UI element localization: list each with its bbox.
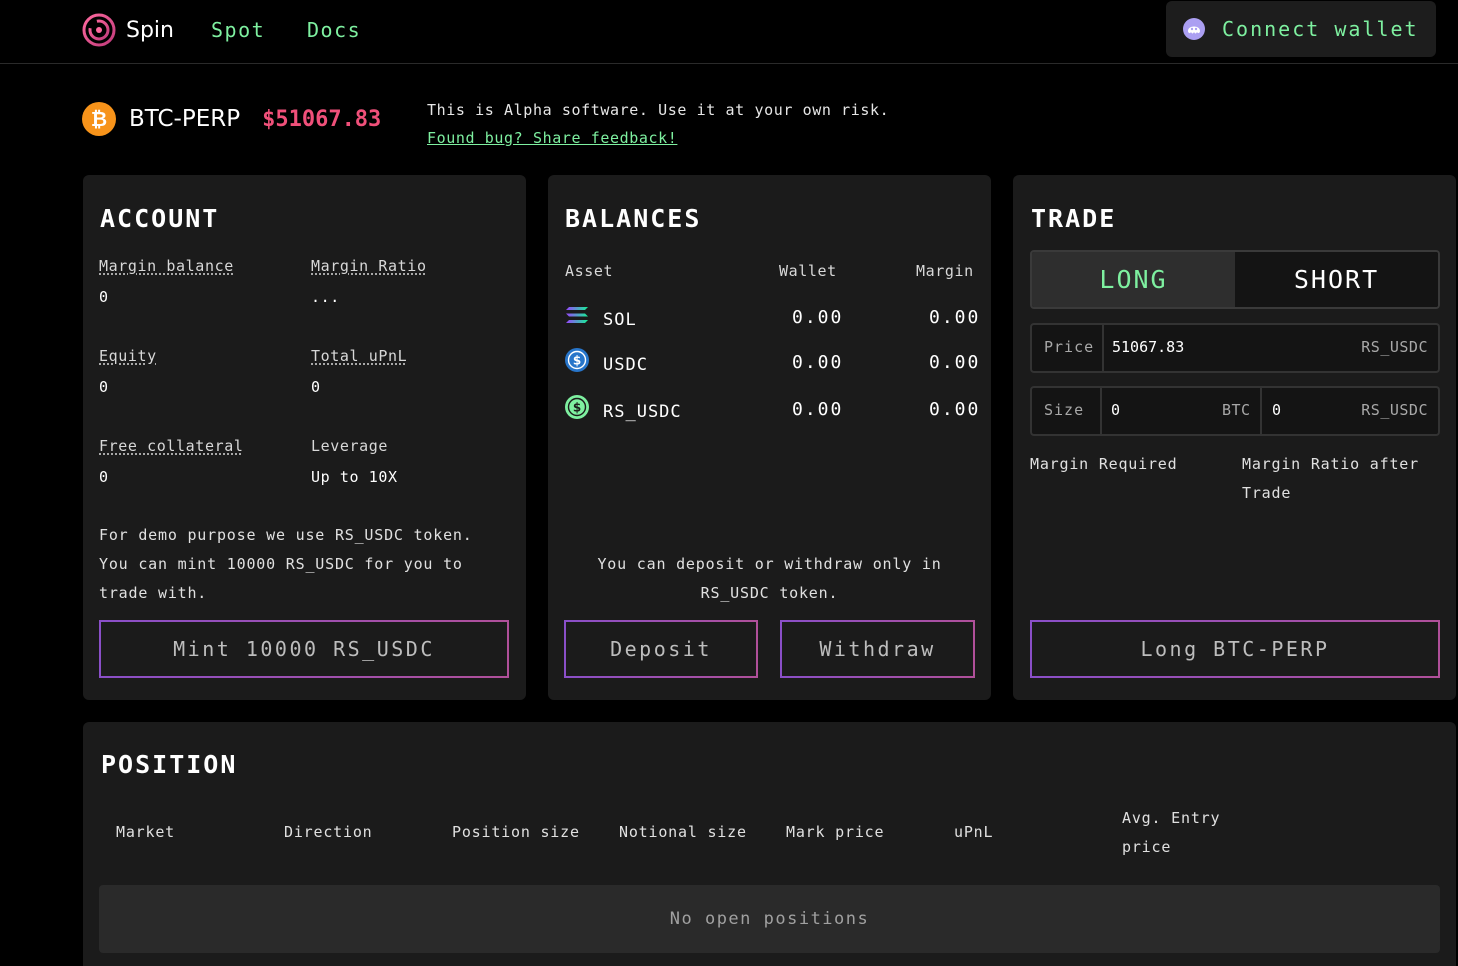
market-header: ₿ BTC-PERP $51067.83	[82, 102, 381, 136]
price-input[interactable]: Price 51067.83 RS_USDC	[1030, 323, 1440, 373]
phantom-wallet-icon	[1183, 18, 1205, 40]
alpha-notice: This is Alpha software. Use it at your o…	[427, 96, 889, 152]
balance-row-sol: SOL 0.00 0.00	[564, 302, 978, 332]
deposit-button[interactable]: Deposit	[564, 620, 758, 678]
trade-title: TRADE	[1031, 204, 1117, 233]
market-price: $51067.83	[262, 106, 382, 132]
size-btc-unit: BTC	[1222, 401, 1251, 419]
margin-column-header: Margin	[916, 262, 974, 280]
account-card: ACCOUNT Margin balance 0 Margin Ratio ..…	[83, 175, 526, 700]
asset-column-header: Asset	[565, 262, 614, 280]
balance-asset-name: RS_USDC	[603, 402, 682, 422]
wallet-column-header: Wallet	[779, 262, 837, 280]
mark-price-column-header: Mark price	[786, 823, 885, 841]
size-input: Size 0 BTC 0 RS_USDC	[1030, 386, 1440, 436]
withdraw-button[interactable]: Withdraw	[780, 620, 975, 678]
nav-docs[interactable]: Docs	[307, 18, 361, 42]
deposit-note: You can deposit or withdraw only in RS_U…	[564, 550, 975, 608]
avg-entry-line1: Avg. Entry	[1122, 809, 1221, 827]
total-upnl-label[interactable]: Total uPnL	[311, 347, 407, 365]
long-tab[interactable]: LONG	[1032, 252, 1235, 307]
price-input-divider	[1102, 325, 1104, 371]
deposit-note-line2: RS_USDC token.	[700, 584, 839, 602]
free-collateral-label[interactable]: Free collateral	[99, 437, 243, 455]
account-title: ACCOUNT	[100, 204, 220, 233]
balances-title: BALANCES	[565, 204, 702, 233]
price-input-label: Price	[1044, 338, 1095, 356]
margin-ratio-label[interactable]: Margin Ratio	[311, 257, 427, 275]
margin-balance-label[interactable]: Margin balance	[99, 257, 234, 275]
size-usdc-unit: RS_USDC	[1361, 401, 1428, 419]
balance-wallet-value: 0.00	[792, 399, 844, 420]
notional-size-column-header: Notional size	[619, 823, 747, 841]
balance-row-rs-usdc: $ RS_USDC 0.00 0.00	[564, 394, 978, 424]
svg-text:$: $	[573, 401, 581, 415]
mint-button[interactable]: Mint 10000 RS_USDC	[99, 620, 509, 678]
balance-margin-value: 0.00	[929, 307, 981, 328]
submit-trade-button[interactable]: Long BTC-PERP	[1030, 620, 1440, 678]
trade-card: TRADE LONG SHORT Price 51067.83 RS_USDC …	[1013, 175, 1456, 700]
direction-toggle: LONG SHORT	[1030, 250, 1440, 309]
alpha-notice-text: This is Alpha software. Use it at your o…	[427, 101, 890, 119]
balance-asset-name: SOL	[603, 310, 637, 330]
size-input-divider	[1260, 388, 1262, 434]
rs-usdc-icon: $	[565, 395, 589, 419]
price-input-unit: RS_USDC	[1361, 338, 1428, 356]
direction-column-header: Direction	[284, 823, 373, 841]
balance-margin-value: 0.00	[929, 399, 981, 420]
margin-balance-value: 0	[99, 288, 109, 306]
balances-card: BALANCES Asset Wallet Margin SOL 0.00 0.…	[548, 175, 991, 700]
free-collateral-value: 0	[99, 468, 109, 486]
app-name: Spin	[126, 17, 174, 43]
avg-entry-line2: price	[1122, 838, 1172, 856]
position-title: POSITION	[101, 750, 238, 779]
position-card: POSITION Market Direction Position size …	[83, 722, 1456, 966]
balance-wallet-value: 0.00	[792, 352, 844, 373]
svg-text:₿: ₿	[91, 107, 107, 131]
deposit-note-line1: You can deposit or withdraw only in	[597, 555, 942, 573]
empty-positions-message: No open positions	[99, 885, 1440, 953]
avg-entry-price-column-header: Avg. Entry price	[1122, 804, 1220, 862]
market-name: BTC-PERP	[129, 106, 241, 132]
balance-margin-value: 0.00	[929, 352, 981, 373]
balance-wallet-value: 0.00	[792, 307, 844, 328]
equity-value: 0	[99, 378, 109, 396]
market-column-header: Market	[116, 823, 175, 841]
mint-note: For demo purpose we use RS_USDC token. Y…	[99, 526, 473, 602]
margin-ratio-value: ...	[311, 288, 340, 306]
size-usdc-input[interactable]: 0	[1272, 401, 1281, 419]
size-btc-input[interactable]: 0	[1111, 401, 1120, 419]
sol-icon	[566, 307, 588, 323]
size-input-divider	[1100, 388, 1102, 434]
position-size-column-header: Position size	[452, 823, 580, 841]
balance-asset-name: USDC	[603, 355, 648, 375]
spin-logo-icon	[82, 13, 116, 47]
margin-ratio-after-line2: Trade	[1242, 484, 1292, 502]
margin-ratio-after-line1: Margin Ratio after	[1242, 455, 1419, 473]
leverage-label: Leverage	[311, 437, 389, 455]
svg-text:$: $	[573, 354, 581, 368]
bitcoin-icon: ₿	[82, 102, 116, 136]
connect-wallet-label: Connect wallet	[1222, 17, 1419, 41]
total-upnl-value: 0	[311, 378, 321, 396]
price-input-value[interactable]: 51067.83	[1112, 338, 1184, 356]
nav-spot[interactable]: Spot	[211, 18, 265, 42]
top-bar: Spin Spot Docs Connect wallet	[0, 0, 1458, 64]
size-input-label: Size	[1044, 401, 1085, 419]
margin-required-label: Margin Required	[1030, 455, 1178, 473]
equity-label[interactable]: Equity	[99, 347, 157, 365]
upnl-column-header: uPnL	[954, 823, 994, 841]
leverage-value: Up to 10X	[311, 468, 398, 486]
feedback-link[interactable]: Found bug? Share feedback!	[427, 124, 889, 152]
short-tab[interactable]: SHORT	[1235, 252, 1438, 307]
usdc-icon: $	[565, 348, 589, 372]
balance-row-usdc: $ USDC 0.00 0.00	[564, 347, 978, 377]
margin-ratio-after-label: Margin Ratio after Trade	[1242, 450, 1419, 508]
app-logo[interactable]: Spin	[82, 13, 174, 47]
connect-wallet-button[interactable]: Connect wallet	[1166, 1, 1436, 57]
